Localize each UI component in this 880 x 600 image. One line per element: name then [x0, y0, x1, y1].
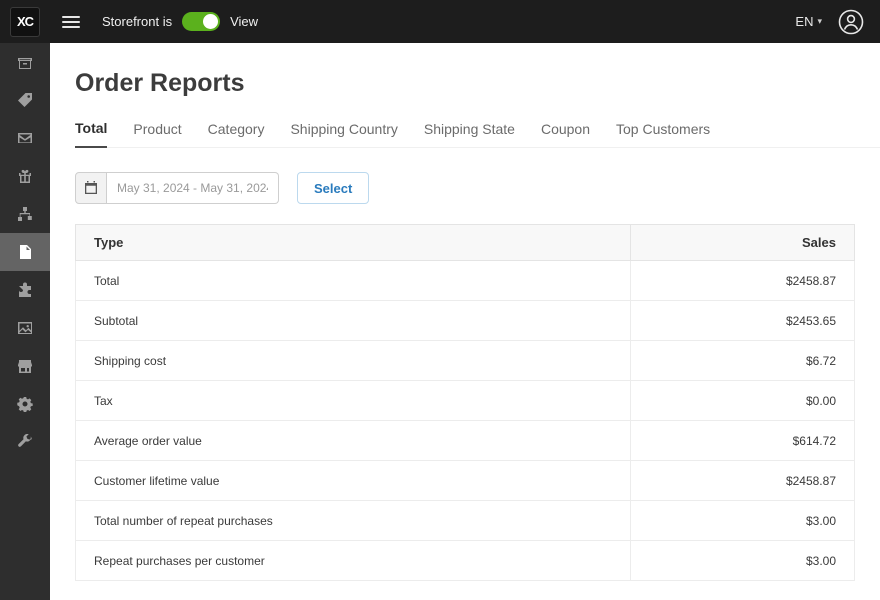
row-type-cell: Shipping cost [76, 341, 631, 381]
modules-puzzle-icon [17, 282, 33, 298]
row-sales-cell: $2453.65 [631, 301, 855, 341]
sidebar [0, 43, 50, 600]
table-row: Tax$0.00 [76, 381, 855, 421]
row-sales-cell: $6.72 [631, 341, 855, 381]
table-row: Repeat purchases per customer$3.00 [76, 541, 855, 581]
storefront-label: Storefront is [102, 14, 172, 29]
account-icon[interactable] [838, 9, 864, 35]
sidebar-item-store[interactable] [0, 347, 50, 385]
table-row: Customer lifetime value$2458.87 [76, 461, 855, 501]
topbar: XC Storefront is View EN ▾ [0, 0, 880, 43]
store-icon [17, 358, 33, 374]
row-type-cell: Average order value [76, 421, 631, 461]
storefront-toggle[interactable] [182, 12, 220, 31]
row-type-cell: Tax [76, 381, 631, 421]
chevron-down-icon: ▾ [817, 16, 822, 27]
row-sales-cell: $3.00 [631, 541, 855, 581]
tab-product[interactable]: Product [133, 121, 181, 147]
sitemap-icon [17, 206, 33, 222]
settings-gear-icon [17, 396, 33, 412]
tab-shipping-state[interactable]: Shipping State [424, 121, 515, 147]
sidebar-item-promotions[interactable] [0, 157, 50, 195]
row-type-cell: Repeat purchases per customer [76, 541, 631, 581]
row-sales-cell: $614.72 [631, 421, 855, 461]
tab-top-customers[interactable]: Top Customers [616, 121, 710, 147]
main-content: Order Reports Total Product Category Shi… [50, 43, 880, 600]
row-sales-cell: $3.00 [631, 501, 855, 541]
design-image-icon [17, 320, 33, 336]
row-sales-cell: $2458.87 [631, 261, 855, 301]
tab-coupon[interactable]: Coupon [541, 121, 590, 147]
table-row: Average order value$614.72 [76, 421, 855, 461]
tools-wrench-icon [17, 434, 33, 450]
table-header-row: Type Sales [76, 225, 855, 261]
row-type-cell: Customer lifetime value [76, 461, 631, 501]
tab-shipping-country[interactable]: Shipping Country [290, 121, 397, 147]
column-header-type: Type [76, 225, 631, 261]
row-sales-cell: $2458.87 [631, 461, 855, 501]
report-table: Type Sales Total$2458.87Subtotal$2453.65… [75, 224, 855, 581]
column-header-sales: Sales [631, 225, 855, 261]
report-tabs: Total Product Category Shipping Country … [75, 120, 880, 148]
table-row: Total number of repeat purchases$3.00 [76, 501, 855, 541]
table-row: Subtotal$2453.65 [76, 301, 855, 341]
toggle-knob [203, 14, 218, 29]
filter-row: Select [75, 172, 880, 204]
table-row: Shipping cost$6.72 [76, 341, 855, 381]
menu-icon[interactable] [58, 9, 84, 35]
sidebar-item-design[interactable] [0, 309, 50, 347]
sidebar-item-content[interactable] [0, 195, 50, 233]
language-label: EN [795, 14, 813, 29]
table-row: Total$2458.87 [76, 261, 855, 301]
orders-icon [17, 54, 33, 70]
app-logo[interactable]: XC [10, 7, 40, 37]
sidebar-item-reports[interactable] [0, 233, 50, 271]
sidebar-item-catalog[interactable] [0, 81, 50, 119]
mail-icon [17, 130, 33, 146]
view-link[interactable]: View [230, 14, 258, 29]
sidebar-item-orders[interactable] [0, 43, 50, 81]
reports-file-icon [17, 244, 33, 260]
tab-category[interactable]: Category [208, 121, 265, 147]
sidebar-item-mail[interactable] [0, 119, 50, 157]
calendar-icon [84, 181, 98, 195]
date-range-input[interactable] [107, 172, 279, 204]
sidebar-item-modules[interactable] [0, 271, 50, 309]
tab-total[interactable]: Total [75, 120, 107, 148]
language-selector[interactable]: EN ▾ [795, 14, 822, 29]
report-table-body: Total$2458.87Subtotal$2453.65Shipping co… [76, 261, 855, 581]
page-title: Order Reports [75, 69, 880, 98]
calendar-button[interactable] [75, 172, 107, 204]
catalog-tag-icon [17, 92, 33, 108]
select-button[interactable]: Select [297, 172, 369, 204]
promotions-gift-icon [17, 168, 33, 184]
row-sales-cell: $0.00 [631, 381, 855, 421]
row-type-cell: Total [76, 261, 631, 301]
row-type-cell: Subtotal [76, 301, 631, 341]
sidebar-item-tools[interactable] [0, 423, 50, 461]
row-type-cell: Total number of repeat purchases [76, 501, 631, 541]
sidebar-item-settings[interactable] [0, 385, 50, 423]
